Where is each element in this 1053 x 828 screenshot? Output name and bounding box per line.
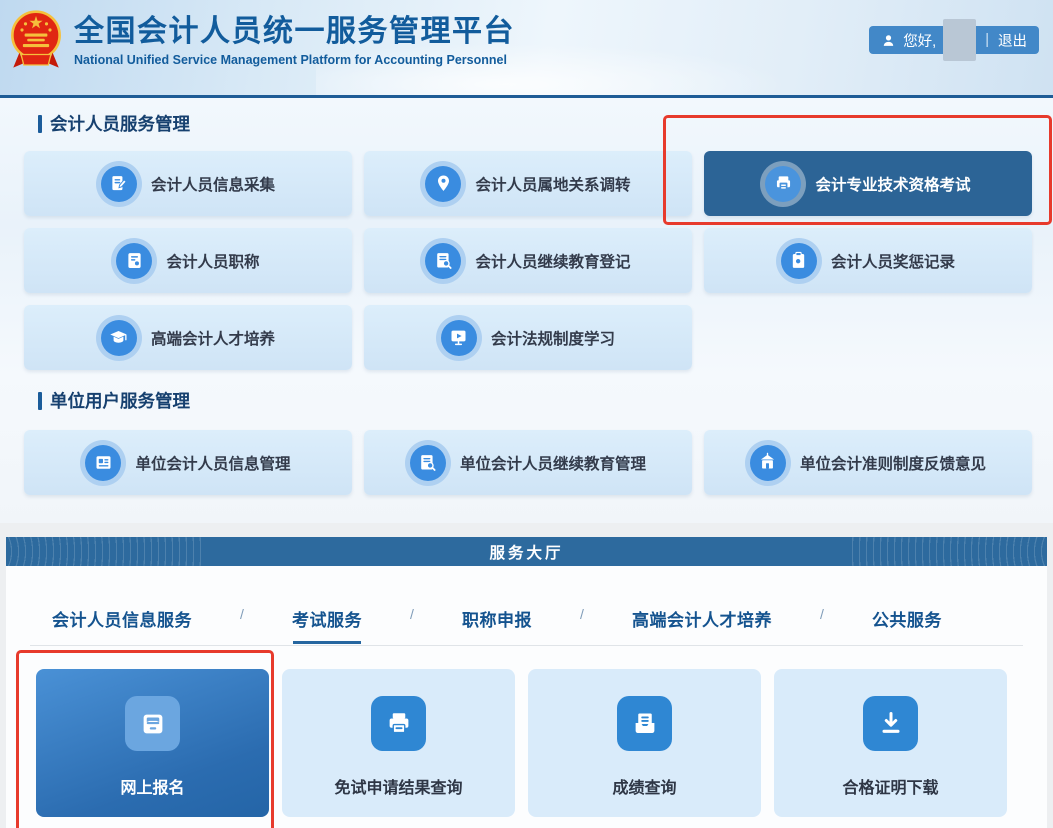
service-card-label: 单位会计人员信息管理	[135, 452, 290, 474]
service-card-label: 会计法规制度学习	[491, 327, 615, 349]
banner-dots-decoration	[847, 537, 1047, 566]
service-hall-cards: 网上报名 免试申请结果查询 成绩查询 合格证明下载	[36, 669, 1007, 817]
unit-section-heading: 单位用户服务管理	[38, 370, 1053, 413]
logout-button[interactable]: 退出	[998, 30, 1027, 51]
exemption-print-icon	[371, 696, 426, 751]
tab-separator: /	[410, 606, 414, 622]
id-card-icon	[85, 445, 121, 481]
service-card-label: 高端会计人才培养	[151, 327, 275, 349]
service-card[interactable]: 单位会计人员信息管理	[24, 430, 352, 495]
tab-separator: /	[820, 606, 824, 622]
tab-separator: /	[580, 606, 584, 622]
unit-cards-grid: 单位会计人员信息管理 单位会计人员继续教育管理 单位会计准则制度反馈意见	[24, 430, 1034, 495]
hall-card-label: 网上报名	[120, 774, 184, 798]
service-card-label: 会计人员信息采集	[151, 173, 275, 195]
service-card[interactable]: 会计专业技术资格考试	[704, 151, 1032, 216]
hall-card-label: 免试申请结果查询	[334, 774, 462, 798]
hall-card[interactable]: 网上报名	[36, 669, 269, 817]
service-card[interactable]: 单位会计人员继续教育管理	[364, 430, 692, 495]
exam-printer-icon	[765, 166, 801, 202]
tab-separator: /	[240, 606, 244, 622]
service-card[interactable]: 会计人员奖惩记录	[704, 228, 1032, 293]
app-header: 全国会计人员统一服务管理平台 National Unified Service …	[0, 0, 1053, 98]
service-hall-tab[interactable]: 会计人员信息服务	[52, 606, 192, 644]
hall-card[interactable]: 免试申请结果查询	[282, 669, 515, 817]
record-search-icon	[781, 243, 817, 279]
service-hall-panel: 会计人员信息服务 / 考试服务 / 职称申报 / 高端会计人才培养 / 公共服务 网上报名 免试申…	[6, 566, 1047, 828]
location-person-icon	[425, 166, 461, 202]
service-hall-tabs: 会计人员信息服务 / 考试服务 / 职称申报 / 高端会计人才培养 / 公共服务	[52, 606, 942, 644]
service-card[interactable]: 会计人员属地关系调转	[364, 151, 692, 216]
service-card-label: 会计人员职称	[166, 250, 259, 272]
service-card[interactable]: 单位会计准则制度反馈意见	[704, 430, 1032, 495]
service-card-label: 单位会计准则制度反馈意见	[800, 452, 986, 474]
service-card[interactable]: 会计法规制度学习	[364, 305, 692, 370]
service-card[interactable]: 会计人员继续教育登记	[364, 228, 692, 293]
hall-card-label: 合格证明下载	[842, 774, 938, 798]
service-hall-tab[interactable]: 考试服务	[292, 606, 362, 644]
service-hall-tab[interactable]: 高端会计人才培养	[632, 606, 772, 644]
document-search-icon	[425, 243, 461, 279]
service-card[interactable]: 会计人员信息采集	[24, 151, 352, 216]
personal-cards-grid: 会计人员信息采集 会计人员属地关系调转 会计专业技术资格考试会计人员职称 会计人员继续…	[24, 151, 1034, 370]
page-title: 全国会计人员统一服务管理平台	[74, 15, 515, 50]
service-card-label: 会计人员继续教育登记	[475, 250, 630, 272]
online-registration-icon	[125, 696, 180, 751]
redacted-username	[943, 19, 976, 61]
tabs-divider	[30, 645, 1023, 646]
service-card-label: 会计人员奖惩记录	[831, 250, 955, 272]
page-subtitle: National Unified Service Management Plat…	[74, 53, 515, 67]
national-emblem-logo	[8, 9, 64, 75]
unit-section-title: 单位用户服务管理	[50, 388, 190, 413]
service-hall-tab[interactable]: 公共服务	[872, 606, 942, 644]
score-inbox-icon	[617, 696, 672, 751]
personal-section-title: 会计人员服务管理	[50, 111, 190, 136]
service-card[interactable]: 会计人员职称	[24, 228, 352, 293]
service-hall-title: 服务大厅	[489, 541, 563, 563]
graduation-cap-icon	[101, 320, 137, 356]
service-card-label: 单位会计人员继续教育管理	[460, 452, 646, 474]
page: 全国会计人员统一服务管理平台 National Unified Service …	[0, 0, 1053, 828]
services-panel: 会计人员服务管理 会计人员信息采集会计人员属地关系调转会计专业技术资格考试会计人…	[0, 98, 1053, 523]
badge-separator: |	[983, 32, 991, 48]
user-menu[interactable]: 您好, | 退出	[869, 26, 1039, 54]
hall-card[interactable]: 合格证明下载	[774, 669, 1007, 817]
service-hall-banner: 服务大厅	[6, 537, 1047, 566]
hall-card-label: 成绩查询	[612, 774, 676, 798]
feedback-building-icon	[750, 445, 786, 481]
service-card-label: 会计人员属地关系调转	[475, 173, 630, 195]
certificate-download-icon	[863, 696, 918, 751]
greeting-text: 您好,	[903, 30, 936, 51]
banner-dots-decoration	[6, 537, 206, 566]
title-certificate-icon	[116, 243, 152, 279]
document-edit-icon	[101, 166, 137, 202]
service-hall-tab[interactable]: 职称申报	[462, 606, 532, 644]
hall-card[interactable]: 成绩查询	[528, 669, 761, 817]
service-card[interactable]: 高端会计人才培养	[24, 305, 352, 370]
service-card-label: 会计专业技术资格考试	[815, 173, 970, 195]
personal-section-heading: 会计人员服务管理	[38, 98, 1053, 136]
video-learning-icon	[441, 320, 477, 356]
user-icon	[881, 33, 896, 48]
document-search-icon	[410, 445, 446, 481]
